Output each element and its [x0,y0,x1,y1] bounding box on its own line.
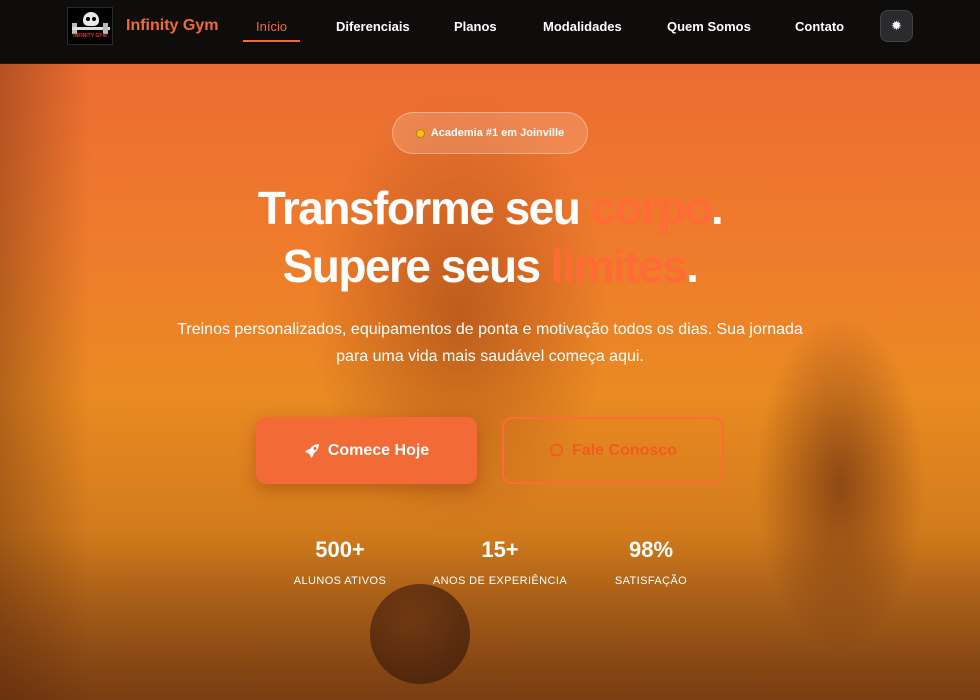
fale-conosco-label: Fale Conosco [572,441,677,459]
nav-item-contato[interactable]: Contato [795,19,844,34]
theme-toggle-button[interactable]: ✹ [880,10,913,42]
nav-item-inicio[interactable]: Início [256,19,287,34]
comece-hoje-button[interactable]: Comece Hoje [256,417,477,484]
nav-item-planos[interactable]: Planos [454,19,497,34]
navbar: INFINITY GYM Infinity Gym Início Diferen… [0,0,980,64]
nav-item-quem-somos[interactable]: Quem Somos [667,19,751,34]
rocket-icon [304,443,319,458]
hero-section: Academia #1 em Joinville Transforme seu … [0,64,980,700]
hero-headline-line2: Supere seus limites. [282,240,699,292]
stat-alunos-value: 500+ [315,537,365,562]
hero-headline-line1: Transforme seu corpo. [257,182,724,234]
headline-highlight-corpo: corpo [590,182,713,234]
medal-icon [415,128,425,138]
logo-text: INFINITY GYM [73,33,107,39]
stat-anos-label: ANOS DE EXPERIÊNCIA [432,575,568,587]
nav-active-indicator [243,40,300,42]
stat-satisfacao-label: SATISFAÇÃO [614,575,688,587]
headline-highlight-limites: limites [550,240,688,292]
nav-item-modalidades[interactable]: Modalidades [543,19,622,34]
hero-badge: Academia #1 em Joinville [392,112,588,154]
hero-badge-text: Academia #1 em Joinville [430,127,565,139]
brand-name[interactable]: Infinity Gym [126,17,218,35]
comece-hoje-label: Comece Hoje [327,441,430,459]
stat-alunos-label: ALUNOS ATIVOS [293,575,387,587]
hero-subtext: Treinos personalizados, equipamentos de … [177,321,803,365]
stat-anos-value: 15+ [481,537,519,562]
stat-satisfacao-value: 98% [628,537,674,562]
sun-icon: ✹ [891,18,902,33]
nav-item-diferenciais[interactable]: Diferenciais [336,19,410,34]
whatsapp-icon [550,443,563,457]
logo[interactable]: INFINITY GYM [67,7,113,45]
fale-conosco-button[interactable]: Fale Conosco [502,417,724,484]
skull-icon [83,12,99,26]
